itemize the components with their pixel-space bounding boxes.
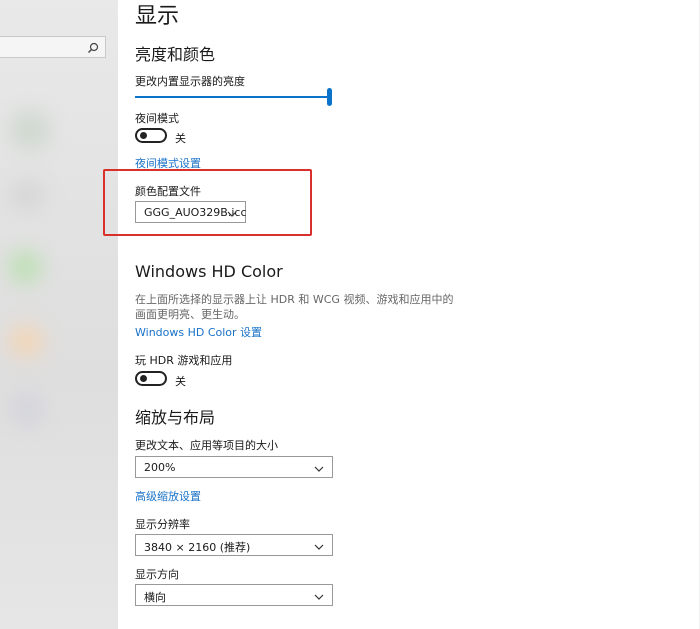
night-mode-toggle[interactable] <box>135 128 167 143</box>
hd-color-section-title: Windows HD Color <box>135 262 283 281</box>
navigation-pane <box>0 0 118 629</box>
highlight-annotation-box <box>103 169 312 236</box>
blurred-nav-item <box>10 110 50 150</box>
text-size-label: 更改文本、应用等项目的大小 <box>135 439 278 452</box>
page-title: 显示 <box>135 4 180 29</box>
text-size-dropdown[interactable]: 200% <box>135 456 333 478</box>
blurred-nav-item <box>10 180 44 210</box>
resolution-label: 显示分辨率 <box>135 518 190 531</box>
hdr-state: 关 <box>175 375 186 388</box>
night-mode-state: 关 <box>175 132 186 145</box>
advanced-scaling-link[interactable]: 高级缩放设置 <box>135 488 201 504</box>
brightness-section-title: 亮度和颜色 <box>135 45 216 64</box>
orientation-label: 显示方向 <box>135 568 179 581</box>
blurred-nav-item <box>8 250 42 284</box>
orientation-dropdown[interactable]: 横向 <box>135 584 333 606</box>
toggle-knob <box>140 132 147 139</box>
brightness-slider[interactable] <box>135 96 329 98</box>
chevron-down-icon <box>314 541 324 550</box>
hd-color-description: 在上面所选择的显示器上让 HDR 和 WCG 视频、游戏和应用中的画面更明亮、更… <box>135 293 454 321</box>
hdr-label: 玩 HDR 游戏和应用 <box>135 354 233 367</box>
search-input[interactable] <box>0 36 106 58</box>
resolution-value: 3840 × 2160 (推荐) <box>144 541 251 554</box>
search-icon[interactable] <box>86 40 100 54</box>
chevron-down-icon <box>314 591 324 600</box>
resolution-dropdown[interactable]: 3840 × 2160 (推荐) <box>135 534 333 556</box>
hdr-toggle[interactable] <box>135 371 167 386</box>
toggle-knob <box>140 375 147 382</box>
blurred-nav-item <box>12 395 42 425</box>
display-settings-content: 显示 亮度和颜色 更改内置显示器的亮度 夜间模式 关 夜间模式设置 颜色配置文件… <box>135 0 675 629</box>
blurred-nav-item <box>8 325 44 357</box>
night-mode-label: 夜间模式 <box>135 112 179 125</box>
chevron-down-icon <box>314 463 324 472</box>
text-size-value: 200% <box>144 461 176 474</box>
brightness-slider-thumb[interactable] <box>327 88 332 106</box>
hd-color-settings-link[interactable]: Windows HD Color 设置 <box>135 324 262 340</box>
orientation-value: 横向 <box>144 591 166 604</box>
scale-section-title: 缩放与布局 <box>135 408 216 427</box>
brightness-slider-label: 更改内置显示器的亮度 <box>135 75 245 88</box>
